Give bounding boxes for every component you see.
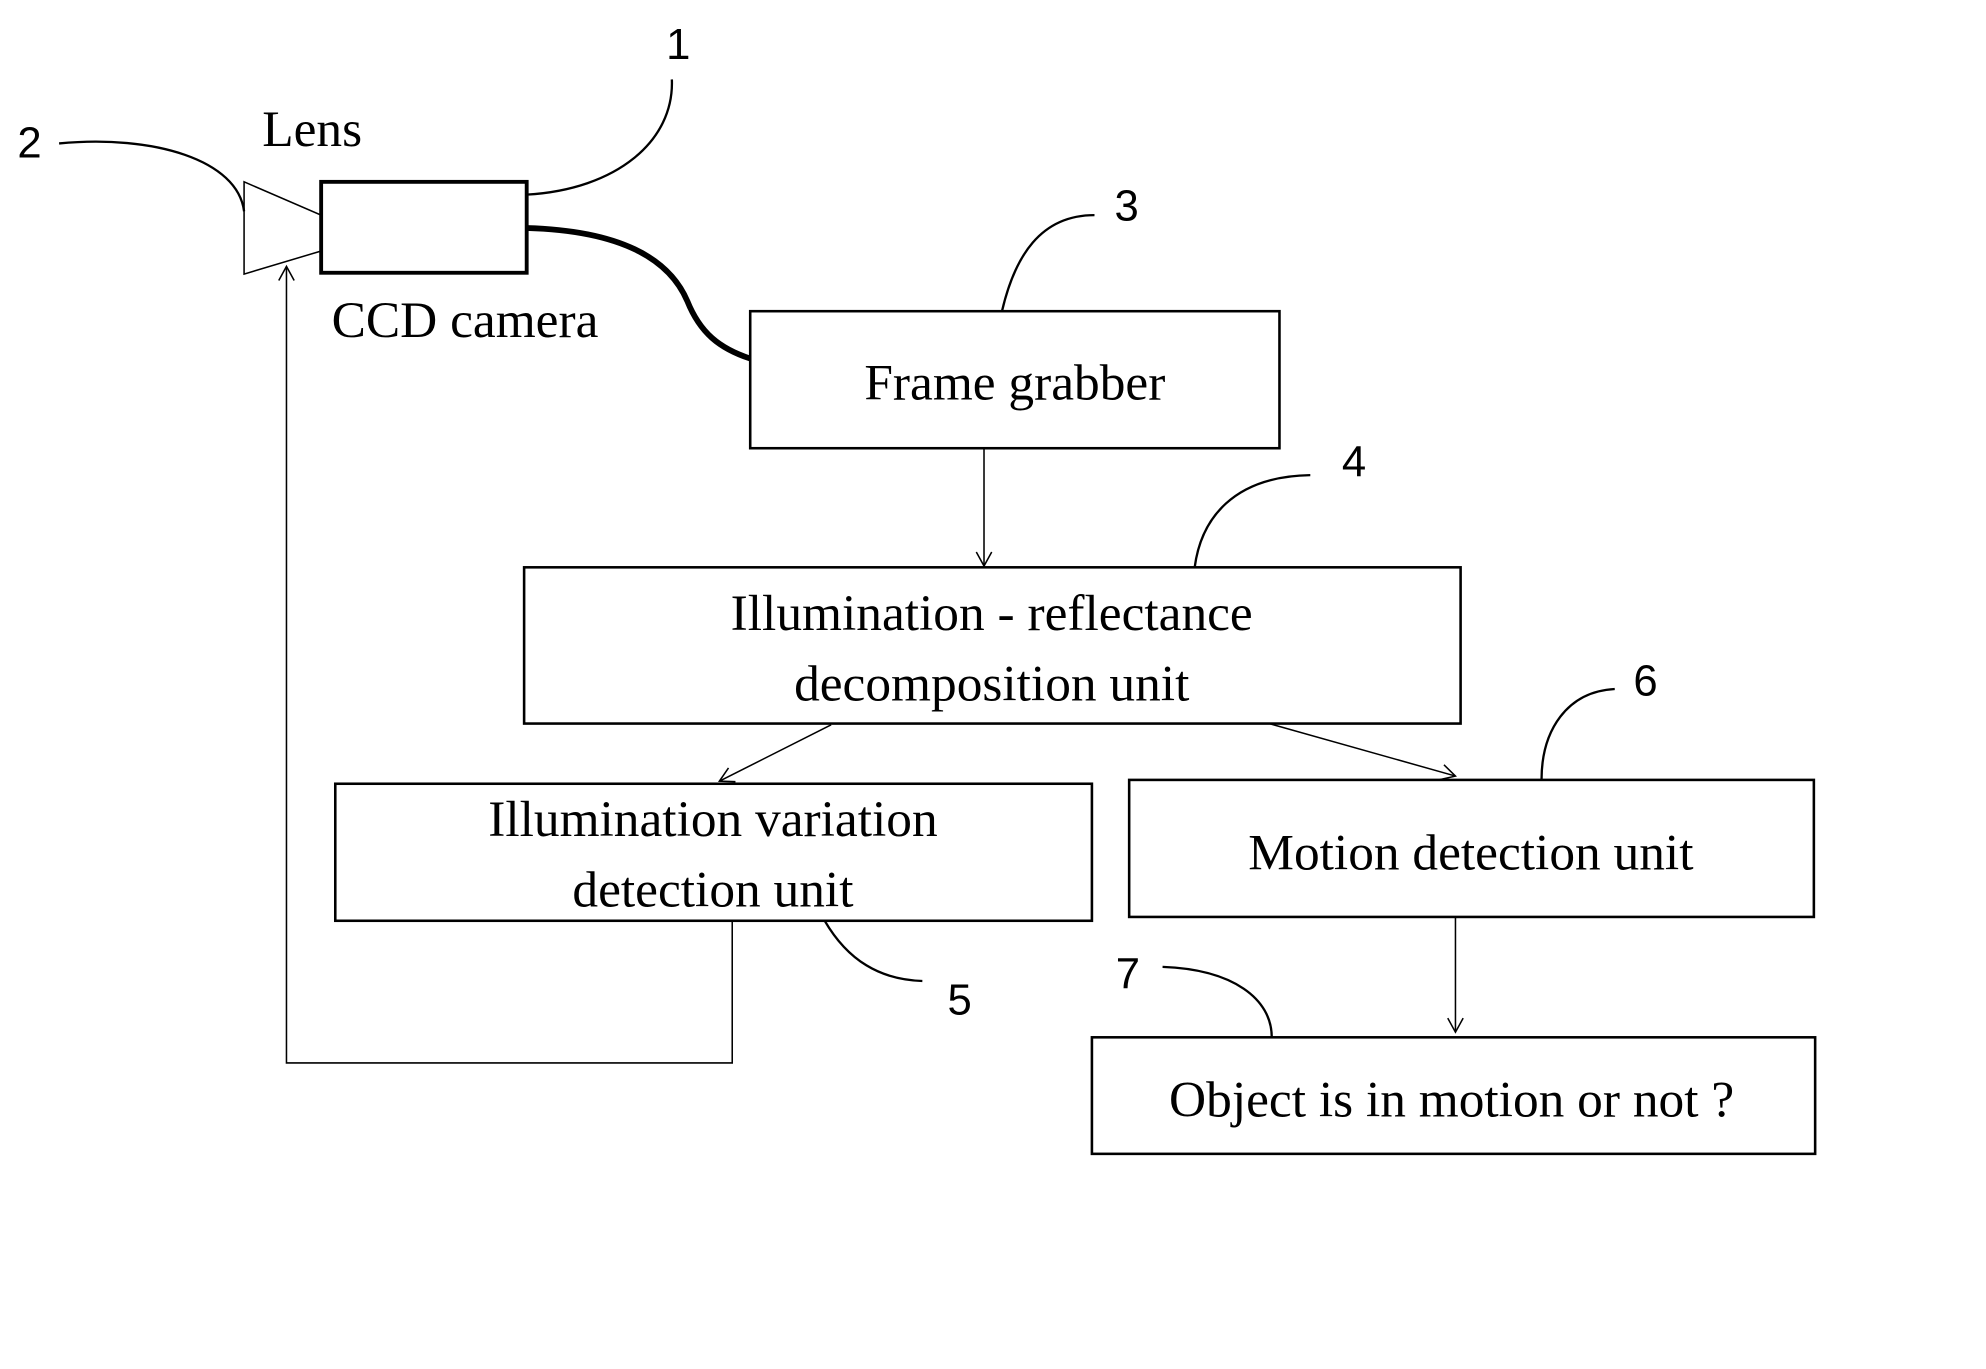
motion-detection-label: Motion detection unit [1248,825,1693,882]
leader-line-2 [58,140,246,212]
ref-numeral-6: 6 [1633,657,1657,705]
lens-shape [243,180,322,276]
result-label: Object is in motion or not ? [1169,1072,1734,1129]
ref-numeral-1: 1 [666,21,690,69]
leader-line-3 [1000,213,1095,312]
ref-numeral-7: 7 [1116,951,1140,999]
ref-numeral-5: 5 [947,976,971,1024]
leader-line-4 [1193,473,1311,568]
decomposition-label-line2: decomposition unit [794,656,1189,713]
ref-numeral-2: 2 [17,120,41,168]
camera-label: CCD camera [332,292,599,349]
leader-line-6 [1540,687,1615,780]
ref-numeral-3: 3 [1114,182,1138,230]
arrow-to-motion-detection [1268,722,1458,781]
decomposition-label-line1: Illumination - reflectance [731,585,1253,642]
ref-numeral-4: 4 [1342,438,1366,486]
leader-line-5 [823,920,923,983]
frame-grabber-label: Frame grabber [864,355,1165,412]
leader-line-7 [1162,965,1273,1038]
illum-variation-label-line1: Illumination variation [488,791,937,848]
leader-line-1 [526,79,674,196]
illum-variation-label-line2: detection unit [572,862,853,919]
lens-label: Lens [262,101,362,158]
ccd-camera-body [319,179,529,275]
patent-diagram: Lens CCD camera Frame grabber Illuminati… [17,21,1817,1156]
arrow-to-illum-variation [717,724,832,783]
